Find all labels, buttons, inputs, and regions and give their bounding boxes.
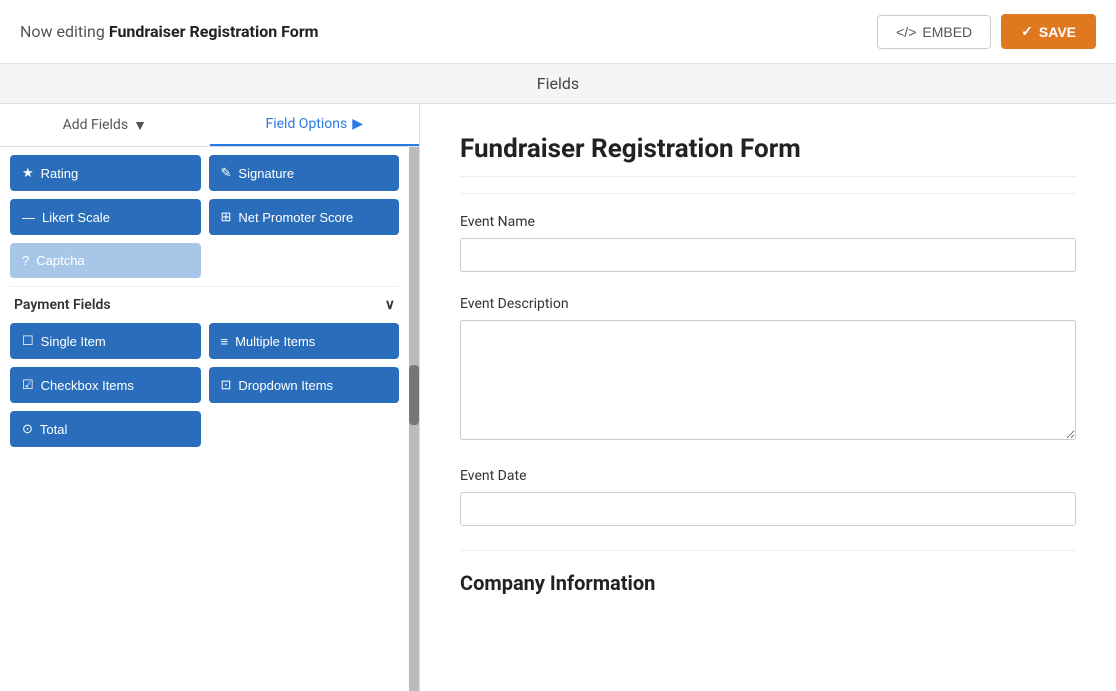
field-buttons-row2: — Likert Scale ⊞ Net Promoter Score bbox=[10, 199, 399, 235]
single-item-icon: ☐ bbox=[22, 333, 34, 349]
total-label: Total bbox=[40, 422, 67, 437]
event-description-input[interactable] bbox=[460, 320, 1076, 440]
fields-header-label: Fields bbox=[537, 74, 579, 93]
total-button[interactable]: ⊙ Total bbox=[10, 411, 201, 447]
event-date-input[interactable] bbox=[460, 492, 1076, 526]
net-promoter-score-icon: ⊞ bbox=[221, 209, 232, 225]
save-label: SAVE bbox=[1039, 24, 1076, 40]
payment-buttons-row1: ☐ Single Item ≡ Multiple Items bbox=[10, 323, 399, 359]
event-name-input[interactable] bbox=[460, 238, 1076, 272]
event-name-label: Event Name bbox=[460, 214, 1076, 230]
event-description-group: Event Description bbox=[460, 296, 1076, 444]
signature-label: Signature bbox=[238, 166, 294, 181]
multiple-items-icon: ≡ bbox=[221, 334, 229, 349]
single-item-button[interactable]: ☐ Single Item bbox=[10, 323, 201, 359]
multiple-items-button[interactable]: ≡ Multiple Items bbox=[209, 323, 400, 359]
company-information-title: Company Information bbox=[460, 571, 1076, 595]
embed-button[interactable]: </> EMBED bbox=[877, 15, 991, 49]
event-description-label: Event Description bbox=[460, 296, 1076, 312]
tab-field-options[interactable]: Field Options ▶ bbox=[210, 104, 420, 146]
net-promoter-score-button[interactable]: ⊞ Net Promoter Score bbox=[209, 199, 400, 235]
multiple-items-label: Multiple Items bbox=[235, 334, 315, 349]
payment-buttons-row3: ⊙ Total bbox=[10, 411, 399, 447]
embed-label: EMBED bbox=[922, 24, 972, 40]
right-panel: Fundraiser Registration Form Event Name … bbox=[420, 104, 1116, 691]
rating-icon: ★ bbox=[22, 165, 34, 181]
left-panel: Add Fields ▼ Field Options ▶ ★ Rating ✎ bbox=[0, 104, 420, 691]
section-divider bbox=[460, 550, 1076, 551]
signature-button[interactable]: ✎ Signature bbox=[209, 155, 400, 191]
tab-add-fields-icon: ▼ bbox=[133, 117, 147, 134]
dropdown-items-icon: ⊡ bbox=[221, 377, 232, 393]
embed-icon: </> bbox=[896, 24, 916, 40]
tab-add-fields[interactable]: Add Fields ▼ bbox=[0, 104, 210, 146]
net-promoter-score-label: Net Promoter Score bbox=[238, 210, 353, 225]
top-bar-actions: </> EMBED ✓ SAVE bbox=[877, 14, 1096, 49]
payment-section-label: Payment Fields bbox=[14, 297, 111, 313]
editing-title: Now editing Fundraiser Registration Form bbox=[20, 22, 319, 41]
checkbox-items-icon: ☑ bbox=[22, 377, 34, 393]
fields-list: ★ Rating ✎ Signature — Likert Scale bbox=[0, 147, 409, 691]
tab-add-fields-label: Add Fields bbox=[63, 117, 129, 133]
field-buttons-row1: ★ Rating ✎ Signature bbox=[10, 155, 399, 191]
payment-section-collapse-icon: ∨ bbox=[385, 297, 395, 313]
captcha-button[interactable]: ? Captcha bbox=[10, 243, 201, 278]
likert-scale-icon: — bbox=[22, 210, 35, 225]
fields-header: Fields bbox=[0, 64, 1116, 104]
rating-button[interactable]: ★ Rating bbox=[10, 155, 201, 191]
scrollbar-thumb[interactable] bbox=[409, 365, 419, 425]
top-bar: Now editing Fundraiser Registration Form… bbox=[0, 0, 1116, 64]
main-layout: Add Fields ▼ Field Options ▶ ★ Rating ✎ bbox=[0, 104, 1116, 691]
signature-icon: ✎ bbox=[221, 165, 232, 181]
likert-scale-button[interactable]: — Likert Scale bbox=[10, 199, 201, 235]
field-buttons-row3: ? Captcha bbox=[10, 243, 399, 278]
rating-label: Rating bbox=[41, 166, 79, 181]
dropdown-items-button[interactable]: ⊡ Dropdown Items bbox=[209, 367, 400, 403]
event-date-group: Event Date bbox=[460, 468, 1076, 526]
save-icon: ✓ bbox=[1021, 23, 1033, 40]
single-item-label: Single Item bbox=[41, 334, 106, 349]
event-date-label: Event Date bbox=[460, 468, 1076, 484]
scrollbar[interactable] bbox=[409, 147, 419, 691]
save-button[interactable]: ✓ SAVE bbox=[1001, 14, 1096, 49]
dropdown-items-label: Dropdown Items bbox=[238, 378, 333, 393]
captcha-label: Captcha bbox=[36, 253, 84, 268]
captcha-icon: ? bbox=[22, 253, 29, 268]
likert-scale-label: Likert Scale bbox=[42, 210, 110, 225]
form-title-divider bbox=[460, 193, 1076, 194]
form-preview-title: Fundraiser Registration Form bbox=[460, 134, 1076, 177]
checkbox-items-label: Checkbox Items bbox=[41, 378, 134, 393]
event-name-group: Event Name bbox=[460, 214, 1076, 272]
total-icon: ⊙ bbox=[22, 421, 33, 437]
form-name-header: Fundraiser Registration Form bbox=[109, 22, 319, 41]
tab-field-options-label: Field Options bbox=[265, 116, 347, 132]
editing-label: Now editing bbox=[20, 22, 105, 41]
payment-buttons-row2: ☑ Checkbox Items ⊡ Dropdown Items bbox=[10, 367, 399, 403]
payment-section-header[interactable]: Payment Fields ∨ bbox=[10, 286, 399, 323]
tab-bar: Add Fields ▼ Field Options ▶ bbox=[0, 104, 419, 147]
tab-field-options-icon: ▶ bbox=[352, 116, 363, 132]
checkbox-items-button[interactable]: ☑ Checkbox Items bbox=[10, 367, 201, 403]
